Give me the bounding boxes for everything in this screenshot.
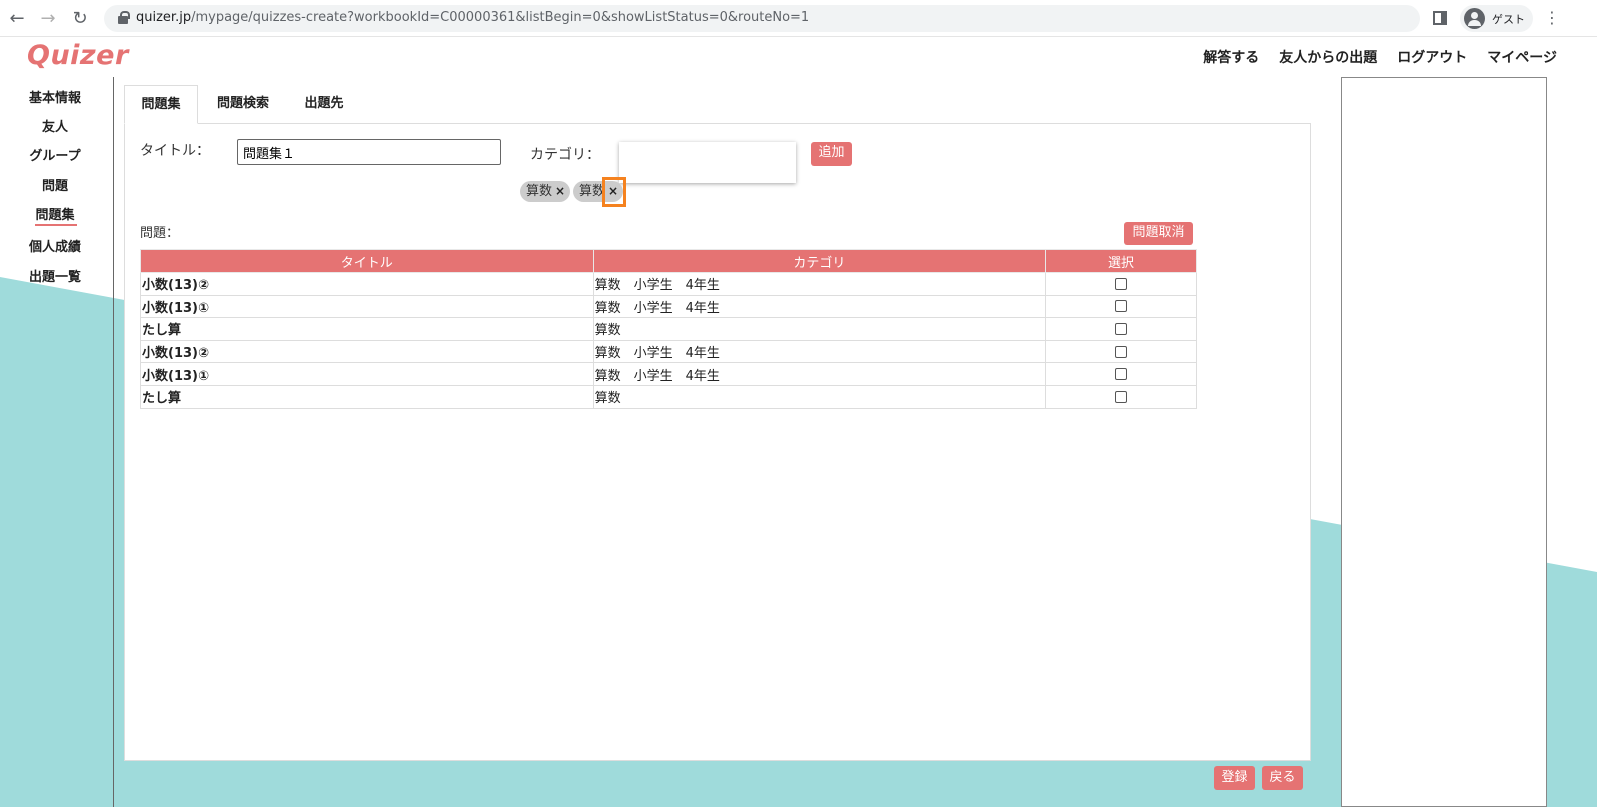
sidebar-item-assignment-list[interactable]: 出題一覧 (0, 266, 110, 285)
browser-toolbar: ← → ↻ quizer.jp/mypage/quizzes-create?wo… (0, 0, 1597, 37)
table-row: 小数(13)① 算数 小学生 4年生 (140, 362, 1197, 386)
sidebar-item-personal-results[interactable]: 個人成績 (0, 236, 110, 255)
select-checkbox[interactable] (1115, 322, 1128, 335)
questions-table: タイトル カテゴリ 選択 小数(13)② 算数 小学生 4年生 小数(13)① … (140, 249, 1197, 409)
header-category: カテゴリ (592, 249, 1047, 273)
row-select-cell (1045, 384, 1197, 409)
cancel-questions-button[interactable]: 問題取消 (1124, 222, 1193, 245)
nav-mypage[interactable]: マイページ (1487, 47, 1557, 67)
forward-arrow-icon[interactable]: → (37, 8, 59, 30)
category-input[interactable] (619, 142, 796, 183)
row-title: たし算 (140, 384, 594, 409)
tab-question-search[interactable]: 問題検索 (208, 85, 278, 124)
select-checkbox[interactable] (1115, 390, 1128, 403)
row-title: 小数(13)① (140, 294, 594, 319)
table-row: たし算 算数 (140, 384, 1197, 409)
select-checkbox[interactable] (1115, 368, 1128, 381)
sidebar-item-basic-info[interactable]: 基本情報 (0, 87, 110, 106)
url-text: quizer.jp/mypage/quizzes-create?workbook… (136, 10, 810, 25)
reload-icon[interactable]: ↻ (69, 8, 91, 30)
nav-logout[interactable]: ログアウト (1397, 47, 1467, 67)
side-panel-icon[interactable] (1433, 11, 1447, 25)
select-checkbox[interactable] (1115, 345, 1128, 358)
top-nav: 解答する 友人からの出題 ログアウト マイページ (1203, 47, 1557, 67)
row-category: 算数 小学生 4年生 (592, 294, 1047, 319)
row-category: 算数 (592, 384, 1047, 409)
chip-label: 算数 (526, 184, 553, 199)
questions-label: 問題： (140, 226, 180, 241)
row-select-cell (1045, 317, 1197, 341)
row-category: 算数 小学生 4年生 (592, 272, 1047, 296)
category-label: カテゴリ： (530, 147, 600, 163)
row-title: たし算 (140, 317, 594, 341)
table-row: 小数(13)② 算数 小学生 4年生 (140, 339, 1197, 364)
sidebar-item-workbooks[interactable]: 問題集 (0, 204, 110, 223)
select-checkbox[interactable] (1115, 277, 1128, 290)
row-title: 小数(13)② (140, 272, 594, 296)
nav-answer[interactable]: 解答する (1203, 47, 1259, 67)
tab-destination[interactable]: 出題先 (296, 85, 352, 124)
header-title: タイトル (140, 249, 594, 273)
profile-label: ゲスト (1492, 13, 1525, 26)
row-category: 算数 小学生 4年生 (592, 362, 1047, 386)
select-checkbox[interactable] (1115, 300, 1128, 313)
row-select-cell (1045, 339, 1197, 364)
row-category: 算数 (592, 317, 1047, 341)
row-select-cell (1045, 272, 1197, 296)
chip-remove-icon[interactable]: × (555, 181, 565, 202)
address-bar[interactable]: quizer.jp/mypage/quizzes-create?workbook… (104, 5, 1420, 32)
tab-content-panel (124, 123, 1311, 761)
table-row: 小数(13)① 算数 小学生 4年生 (140, 294, 1197, 319)
profile-button[interactable]: ゲスト (1460, 5, 1533, 32)
more-menu-icon[interactable]: ⋮ (1544, 9, 1560, 27)
avatar-icon (1464, 8, 1485, 29)
site-logo[interactable]: Quizer (27, 40, 129, 71)
row-select-cell (1045, 294, 1197, 319)
tab-workbook[interactable]: 問題集 (124, 85, 198, 124)
header-select: 選択 (1045, 249, 1197, 273)
row-title: 小数(13)② (140, 339, 594, 364)
back-arrow-icon[interactable]: ← (6, 8, 28, 30)
sidebar-item-groups[interactable]: グループ (0, 145, 110, 164)
table-row: 小数(13)② 算数 小学生 4年生 (140, 272, 1197, 296)
register-button[interactable]: 登録 (1214, 766, 1255, 790)
table-row: たし算 算数 (140, 317, 1197, 341)
lock-icon (118, 11, 130, 24)
row-category: 算数 小学生 4年生 (592, 339, 1047, 364)
add-category-button[interactable]: 追加 (811, 142, 852, 166)
category-chip: 算数 × (520, 181, 570, 202)
title-input[interactable] (237, 139, 501, 165)
title-label: タイトル： (140, 143, 210, 159)
highlight-box (602, 177, 626, 207)
nav-friend-questions[interactable]: 友人からの出題 (1279, 47, 1377, 67)
back-button[interactable]: 戻る (1262, 766, 1303, 790)
row-title: 小数(13)① (140, 362, 594, 386)
row-select-cell (1045, 362, 1197, 386)
sidebar-divider (113, 77, 114, 807)
active-indicator (35, 224, 77, 226)
table-header-row: タイトル カテゴリ 選択 (140, 249, 1197, 273)
right-panel (1341, 77, 1547, 807)
sidebar-item-questions[interactable]: 問題 (0, 175, 110, 194)
sidebar-item-friends[interactable]: 友人 (0, 116, 110, 135)
